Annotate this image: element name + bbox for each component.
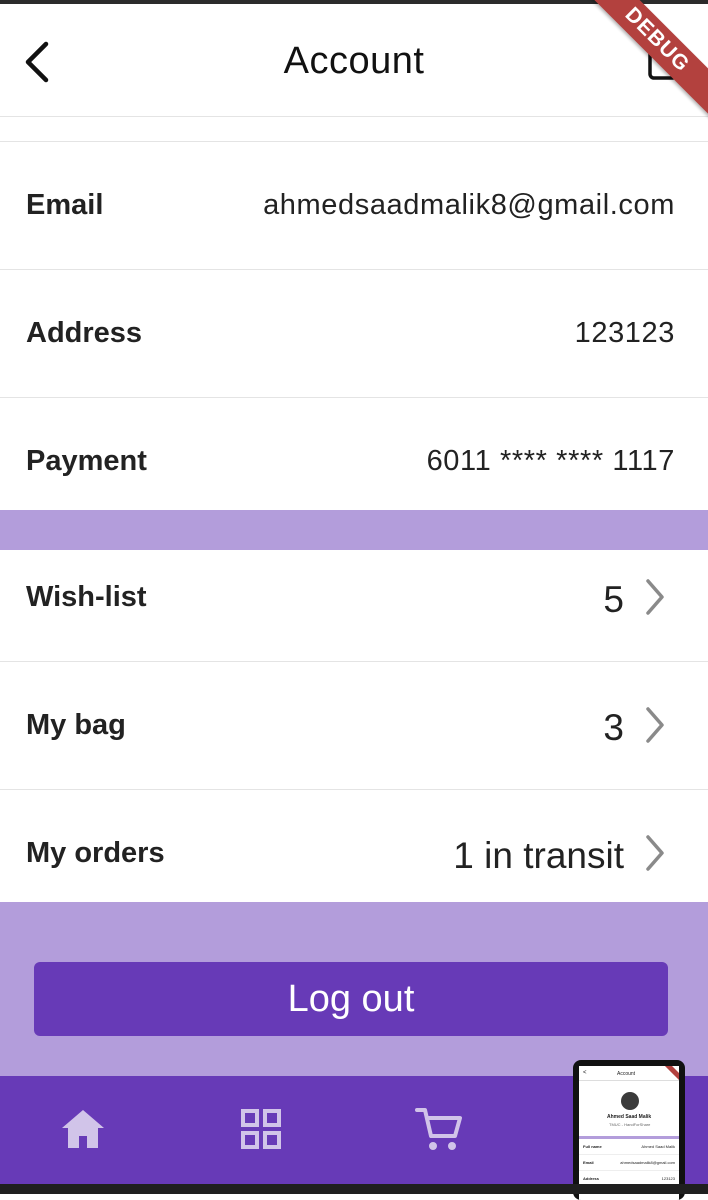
wishlist-label: Wish-list: [26, 581, 147, 613]
preview-screen: < Account Ahmed Saad Malik TMUC - HandFo…: [579, 1066, 679, 1200]
preview-row-label: Full name: [583, 1144, 602, 1149]
address-label: Address: [26, 317, 143, 349]
my-orders-status: 1 in transit: [453, 835, 624, 876]
preview-divider: [579, 1080, 679, 1081]
logout-button[interactable]: Log out: [34, 962, 668, 1036]
home-icon: [62, 1110, 104, 1148]
section-divider: [0, 510, 708, 550]
payment-row: Payment 6011 **** **** 1117: [0, 398, 708, 510]
app-preview-thumbnail[interactable]: < Account Ahmed Saad Malik TMUC - HandFo…: [573, 1060, 685, 1200]
system-bar: [0, 1184, 708, 1194]
cart-icon: [415, 1108, 462, 1150]
preview-avatar: [621, 1092, 639, 1110]
preview-title: Account: [617, 1071, 636, 1077]
preview-back-icon: <: [583, 1070, 587, 1076]
email-value: ahmedsaadmalik8@gmail.com: [263, 189, 675, 221]
page-title: Account: [283, 40, 425, 82]
address-value: 123123: [574, 317, 675, 349]
preview-name: Ahmed Saad Malik: [607, 1114, 652, 1120]
app-bar: Account: [0, 4, 708, 117]
my-bag-row[interactable]: My bag 3: [0, 662, 708, 789]
preview-row-value: ahmedsaadmalik8@gmail.com: [620, 1160, 675, 1165]
preview-band: [579, 1136, 679, 1139]
my-bag-label: My bag: [26, 709, 126, 741]
preview-row-value: 123123: [661, 1176, 675, 1181]
email-label: Email: [26, 189, 104, 221]
preview-divider: [579, 1170, 679, 1171]
email-row: Email ahmedsaadmalik8@gmail.com: [0, 142, 708, 269]
chevron-right-icon: [646, 835, 664, 871]
nav-categories[interactable]: [236, 1104, 286, 1154]
payment-label: Payment: [26, 445, 147, 477]
chevron-right-icon: [646, 579, 664, 615]
nav-home[interactable]: [58, 1104, 108, 1154]
preview-debug-banner: [662, 1066, 679, 1081]
chevron-right-icon: [646, 707, 664, 743]
nav-cart[interactable]: [414, 1104, 464, 1154]
my-orders-label: My orders: [26, 837, 165, 869]
address-row: Address 123123: [0, 270, 708, 397]
preview-subtitle: TMUC - HandForShare: [609, 1122, 651, 1127]
grid-icon: [241, 1109, 281, 1149]
my-bag-count: 3: [603, 707, 624, 748]
preview-divider: [579, 1154, 679, 1155]
wishlist-row[interactable]: Wish-list 5: [0, 550, 708, 661]
preview-row-value: Ahmed Saad Malik: [641, 1144, 675, 1149]
preview-row-label: Email: [583, 1160, 594, 1165]
payment-value: 6011 **** **** 1117: [426, 445, 675, 477]
my-orders-row[interactable]: My orders 1 in transit: [0, 790, 708, 902]
preview-row-label: Address: [583, 1176, 600, 1181]
wishlist-count: 5: [603, 579, 624, 620]
